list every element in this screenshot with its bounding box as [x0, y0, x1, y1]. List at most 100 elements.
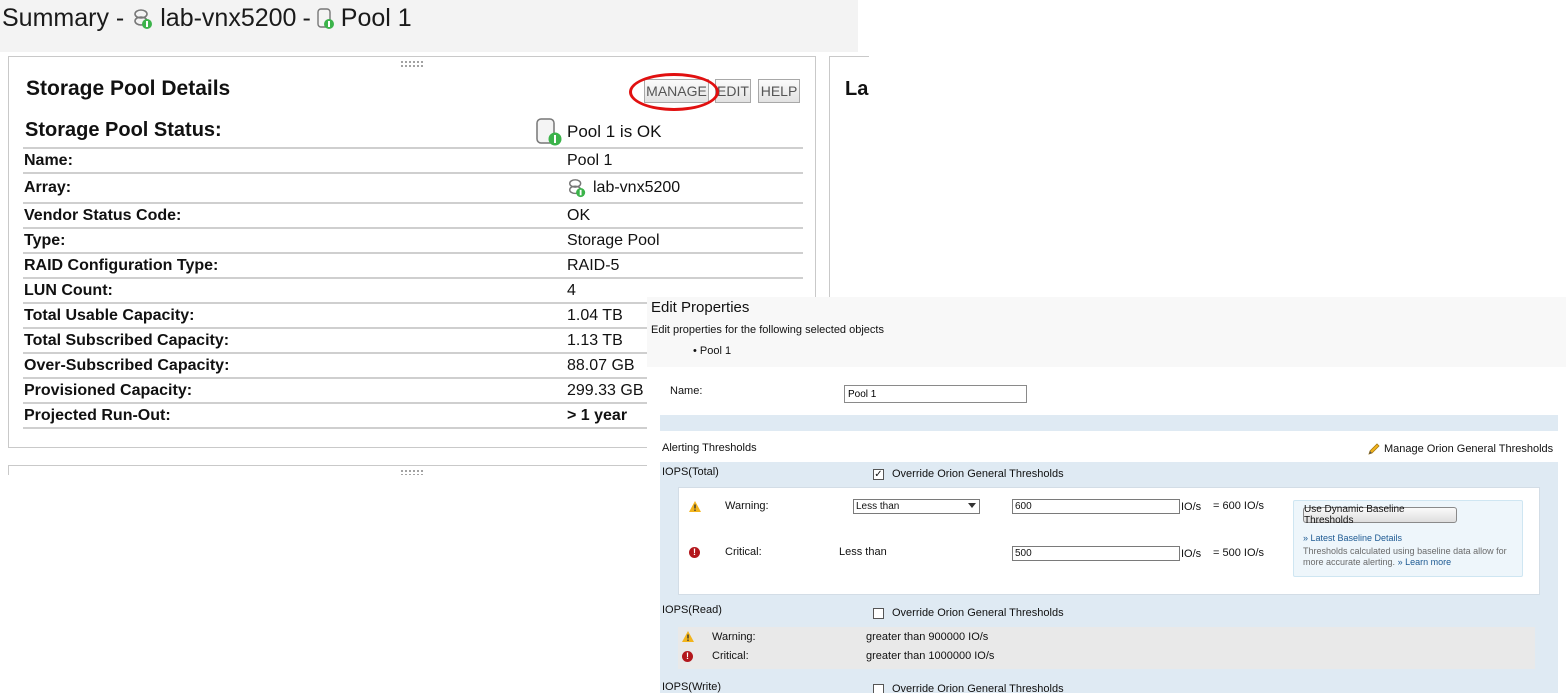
override-checkbox-checked[interactable]: ✓ — [873, 468, 884, 480]
iops-write-override[interactable]: Override Orion General Thresholds — [873, 683, 1064, 693]
override-checkbox[interactable] — [873, 607, 884, 619]
property-value-text: lab-vnx5200 — [593, 179, 681, 196]
property-value-text: 88.07 GB — [567, 356, 635, 374]
property-value-text: > 1 year — [567, 406, 628, 424]
edit-button[interactable]: EDIT — [715, 79, 751, 103]
iops-read-override[interactable]: Override Orion General Thresholds — [873, 607, 1064, 619]
property-label: RAID Configuration Type: — [24, 256, 219, 274]
status-value: Pool 1 is OK — [535, 117, 662, 147]
alerting-thresholds-heading: Alerting Thresholds — [662, 442, 757, 454]
read-critical-text: greater than 1000000 IO/s — [866, 650, 995, 662]
drag-handle[interactable] — [400, 469, 424, 475]
panel-title: Storage Pool Details — [26, 77, 231, 100]
property-value: RAID-5 — [567, 257, 619, 275]
read-warning-text: greater than 900000 IO/s — [866, 631, 989, 643]
property-value: 4 — [567, 282, 576, 300]
status-label: Storage Pool Status: — [25, 119, 222, 141]
manage-thresholds-link[interactable]: Manage Orion General Thresholds — [1367, 442, 1553, 456]
dynamic-baseline-box: Use Dynamic Baseline Thresholds » Latest… — [1293, 500, 1523, 577]
critical-label: Critical: — [725, 546, 762, 558]
warning-unit: IO/s — [1181, 501, 1202, 513]
override-label: Override Orion General Thresholds — [892, 468, 1064, 480]
read-critical-label: Critical: — [712, 650, 749, 662]
warning-icon — [682, 631, 694, 642]
manage-button[interactable]: MANAGE — [644, 79, 709, 103]
iops-read-threshold-box — [678, 627, 1535, 669]
iops-read-title: IOPS(Read) — [662, 604, 722, 616]
property-label: Array: — [24, 179, 72, 196]
critical-value-input[interactable]: 500 — [1012, 546, 1180, 561]
page-title: Summary - lab-vnx5200 - Pool 1 — [2, 4, 412, 33]
property-value: 1.13 TB — [567, 332, 623, 350]
override-checkbox[interactable] — [873, 683, 884, 693]
override-label: Override Orion General Thresholds — [892, 607, 1064, 619]
property-label: Projected Run-Out: — [24, 406, 171, 424]
table-row: Array: lab-vnx5200 — [23, 172, 803, 202]
manage-thresholds-label: Manage Orion General Thresholds — [1384, 443, 1554, 455]
property-value: 1.04 TB — [567, 307, 623, 325]
array-icon — [567, 177, 587, 199]
name-input[interactable] — [844, 385, 1027, 403]
help-button[interactable]: HELP — [758, 79, 800, 103]
property-value: Pool 1 — [567, 152, 612, 170]
edit-properties-header: Edit Properties Edit properties for the … — [647, 297, 1566, 367]
property-value: 299.33 GB — [567, 382, 644, 400]
title-pool: Pool 1 — [340, 4, 412, 32]
warning-operator-value: Less than — [856, 501, 900, 512]
property-label: Total Usable Capacity: — [24, 306, 195, 324]
pencil-icon — [1367, 442, 1381, 456]
side-panel-title: La — [845, 78, 869, 100]
edit-properties-dialog: Edit Properties Edit properties for the … — [647, 297, 1566, 693]
chevron-down-icon — [968, 503, 976, 508]
pool-status-icon — [535, 117, 563, 147]
iops-write-title: IOPS(Write) — [662, 681, 722, 693]
summary-title-bar: Summary - lab-vnx5200 - Pool 1 — [0, 0, 858, 52]
dialog-title: Edit Properties — [651, 299, 750, 316]
table-row: Vendor Status Code: OK — [23, 202, 803, 227]
critical-unit: IO/s — [1181, 548, 1202, 560]
critical-icon: ! — [682, 651, 693, 662]
iops-total-title: IOPS(Total) — [662, 466, 719, 478]
iops-write-section — [660, 678, 1558, 693]
status-text: Pool 1 is OK — [567, 122, 662, 141]
property-value: OK — [567, 207, 590, 225]
iops-total-override[interactable]: ✓ Override Orion General Thresholds — [873, 468, 1064, 480]
property-label: Type: — [24, 231, 66, 249]
property-value-text: 1.04 TB — [567, 306, 623, 324]
warning-operator-select[interactable]: Less than — [853, 499, 980, 514]
title-array[interactable]: lab-vnx5200 — [160, 4, 296, 33]
property-value: Storage Pool — [567, 232, 660, 250]
table-row: Name: Pool 1 — [23, 147, 803, 172]
title-prefix: Summary - — [2, 4, 125, 32]
warning-icon — [689, 501, 701, 512]
drag-handle[interactable] — [400, 60, 424, 68]
critical-icon: ! — [689, 547, 700, 558]
table-row: Type: Storage Pool — [23, 227, 803, 252]
property-value: 88.07 GB — [567, 357, 635, 375]
property-label: Total Subscribed Capacity: — [24, 331, 230, 349]
property-value-text: Storage Pool — [567, 231, 660, 249]
baseline-note: Thresholds calculated using baseline dat… — [1303, 546, 1518, 568]
property-label: Provisioned Capacity: — [24, 381, 193, 399]
table-row: RAID Configuration Type: RAID-5 — [23, 252, 803, 277]
latest-baseline-link[interactable]: » Latest Baseline Details — [1303, 533, 1402, 543]
learn-more-link[interactable]: » Learn more — [1398, 557, 1452, 567]
pool-icon — [317, 7, 335, 31]
property-value[interactable]: lab-vnx5200 — [567, 177, 680, 199]
property-label: Vendor Status Code: — [24, 206, 182, 224]
read-warning-label: Warning: — [712, 631, 756, 643]
property-value-text: OK — [567, 206, 591, 224]
critical-operator: Less than — [839, 546, 887, 558]
property-value-text: 299.33 GB — [567, 381, 644, 399]
property-value-text: RAID-5 — [567, 256, 620, 274]
use-dynamic-baseline-button[interactable]: Use Dynamic Baseline Thresholds — [1303, 504, 1457, 526]
array-icon — [132, 7, 154, 31]
property-label: Over-Subscribed Capacity: — [24, 356, 230, 374]
title-separator: - — [302, 4, 311, 32]
section-divider — [660, 415, 1558, 431]
warning-value-input[interactable]: 600 — [1012, 499, 1180, 514]
property-value-text: Pool 1 — [567, 151, 613, 169]
selected-object: • Pool 1 — [693, 345, 732, 357]
property-label: Name: — [24, 151, 73, 169]
dialog-subtitle: Edit properties for the following select… — [651, 324, 884, 336]
